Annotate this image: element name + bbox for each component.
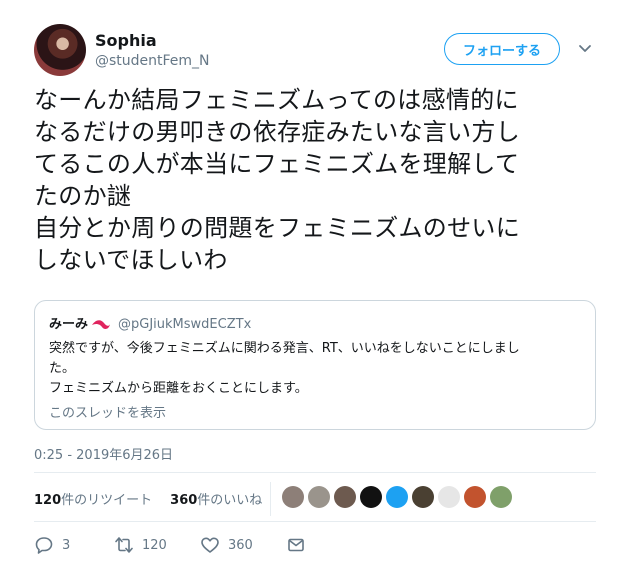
tweet-actions: 3 120 360 (34, 535, 306, 555)
heart-icon (201, 537, 219, 553)
retweet-count: 120 (142, 537, 167, 553)
follow-button[interactable]: フォローする (444, 33, 560, 65)
direct-message-button[interactable] (286, 535, 306, 555)
liker-avatar[interactable] (308, 486, 330, 508)
like-button[interactable]: 360 (200, 535, 286, 555)
liker-avatar[interactable] (334, 486, 356, 508)
show-thread-link[interactable]: このスレッドを表示 (49, 402, 581, 421)
red-ribbon-emoji-icon (92, 320, 111, 329)
liker-avatar[interactable] (490, 486, 512, 508)
reply-button[interactable]: 3 (34, 535, 114, 555)
retweet-stat-label: 件のリツイート (61, 493, 153, 508)
retweet-icon (115, 537, 133, 553)
liker-avatar[interactable] (386, 486, 408, 508)
like-stat-count: 360 (170, 493, 198, 508)
display-name[interactable]: Sophia (95, 31, 157, 50)
reply-icon (35, 537, 53, 554)
quoted-tweet-header: みーみ @pGJiukMswdECZTx (49, 315, 581, 335)
like-count: 360 (228, 537, 253, 553)
envelope-icon (288, 538, 304, 552)
quoted-text: 突然ですが、今後フェミニズムに関わる発言、RT、いいねをしないことにしまし た。… (49, 341, 520, 396)
user-handle[interactable]: @studentFem_N (95, 53, 210, 69)
liker-avatar[interactable] (438, 486, 460, 508)
divider (34, 521, 596, 522)
divider (34, 472, 596, 473)
like-stat-label: 件のいいね (197, 493, 263, 508)
chevron-down-icon[interactable] (577, 40, 593, 56)
tweet-text: なーんか結局フェミニズムってのは感情的に なるだけの男叩きの依存症みたいな言い方… (34, 86, 520, 274)
retweet-stat[interactable]: 120件のリツイート (34, 489, 152, 508)
quoted-display-name: みーみ (49, 317, 89, 332)
liker-avatar[interactable] (412, 486, 434, 508)
liker-avatars (282, 486, 512, 508)
avatar[interactable] (34, 24, 86, 76)
liker-avatar[interactable] (360, 486, 382, 508)
retweet-button[interactable]: 120 (114, 535, 200, 555)
tweet-timestamp[interactable]: 0:25 - 2019年6月26日 (34, 444, 173, 463)
quoted-handle: @pGJiukMswdECZTx (118, 317, 252, 332)
retweet-stat-count: 120 (34, 493, 62, 508)
like-stat[interactable]: 360件のいいね (170, 489, 262, 508)
liker-avatar[interactable] (464, 486, 486, 508)
engagement-stats: 120件のリツイート 360件のいいね (34, 489, 262, 508)
quoted-tweet[interactable]: みーみ @pGJiukMswdECZTx 突然ですが、今後フェミニズムに関わる発… (34, 300, 596, 430)
liker-avatar[interactable] (282, 486, 304, 508)
reply-count: 3 (62, 537, 71, 553)
divider (270, 482, 271, 516)
